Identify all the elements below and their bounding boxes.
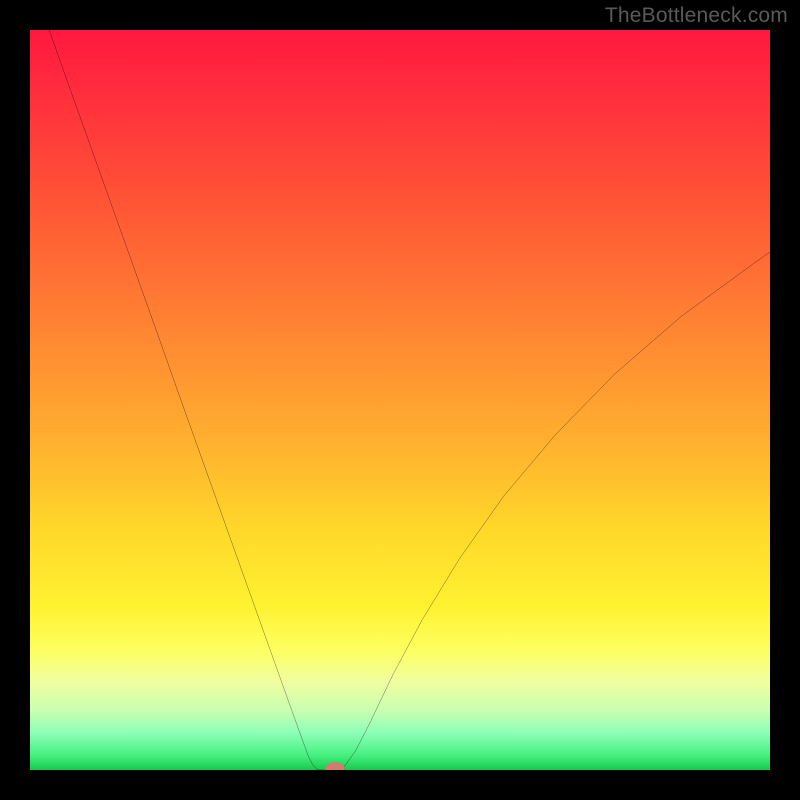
chart-frame: TheBottleneck.com: [0, 0, 800, 800]
curve-path: [49, 30, 770, 770]
marker-dot: [325, 762, 344, 770]
plot-area: [30, 30, 770, 770]
watermark-text: TheBottleneck.com: [605, 4, 788, 28]
bottleneck-curve: [30, 30, 770, 770]
